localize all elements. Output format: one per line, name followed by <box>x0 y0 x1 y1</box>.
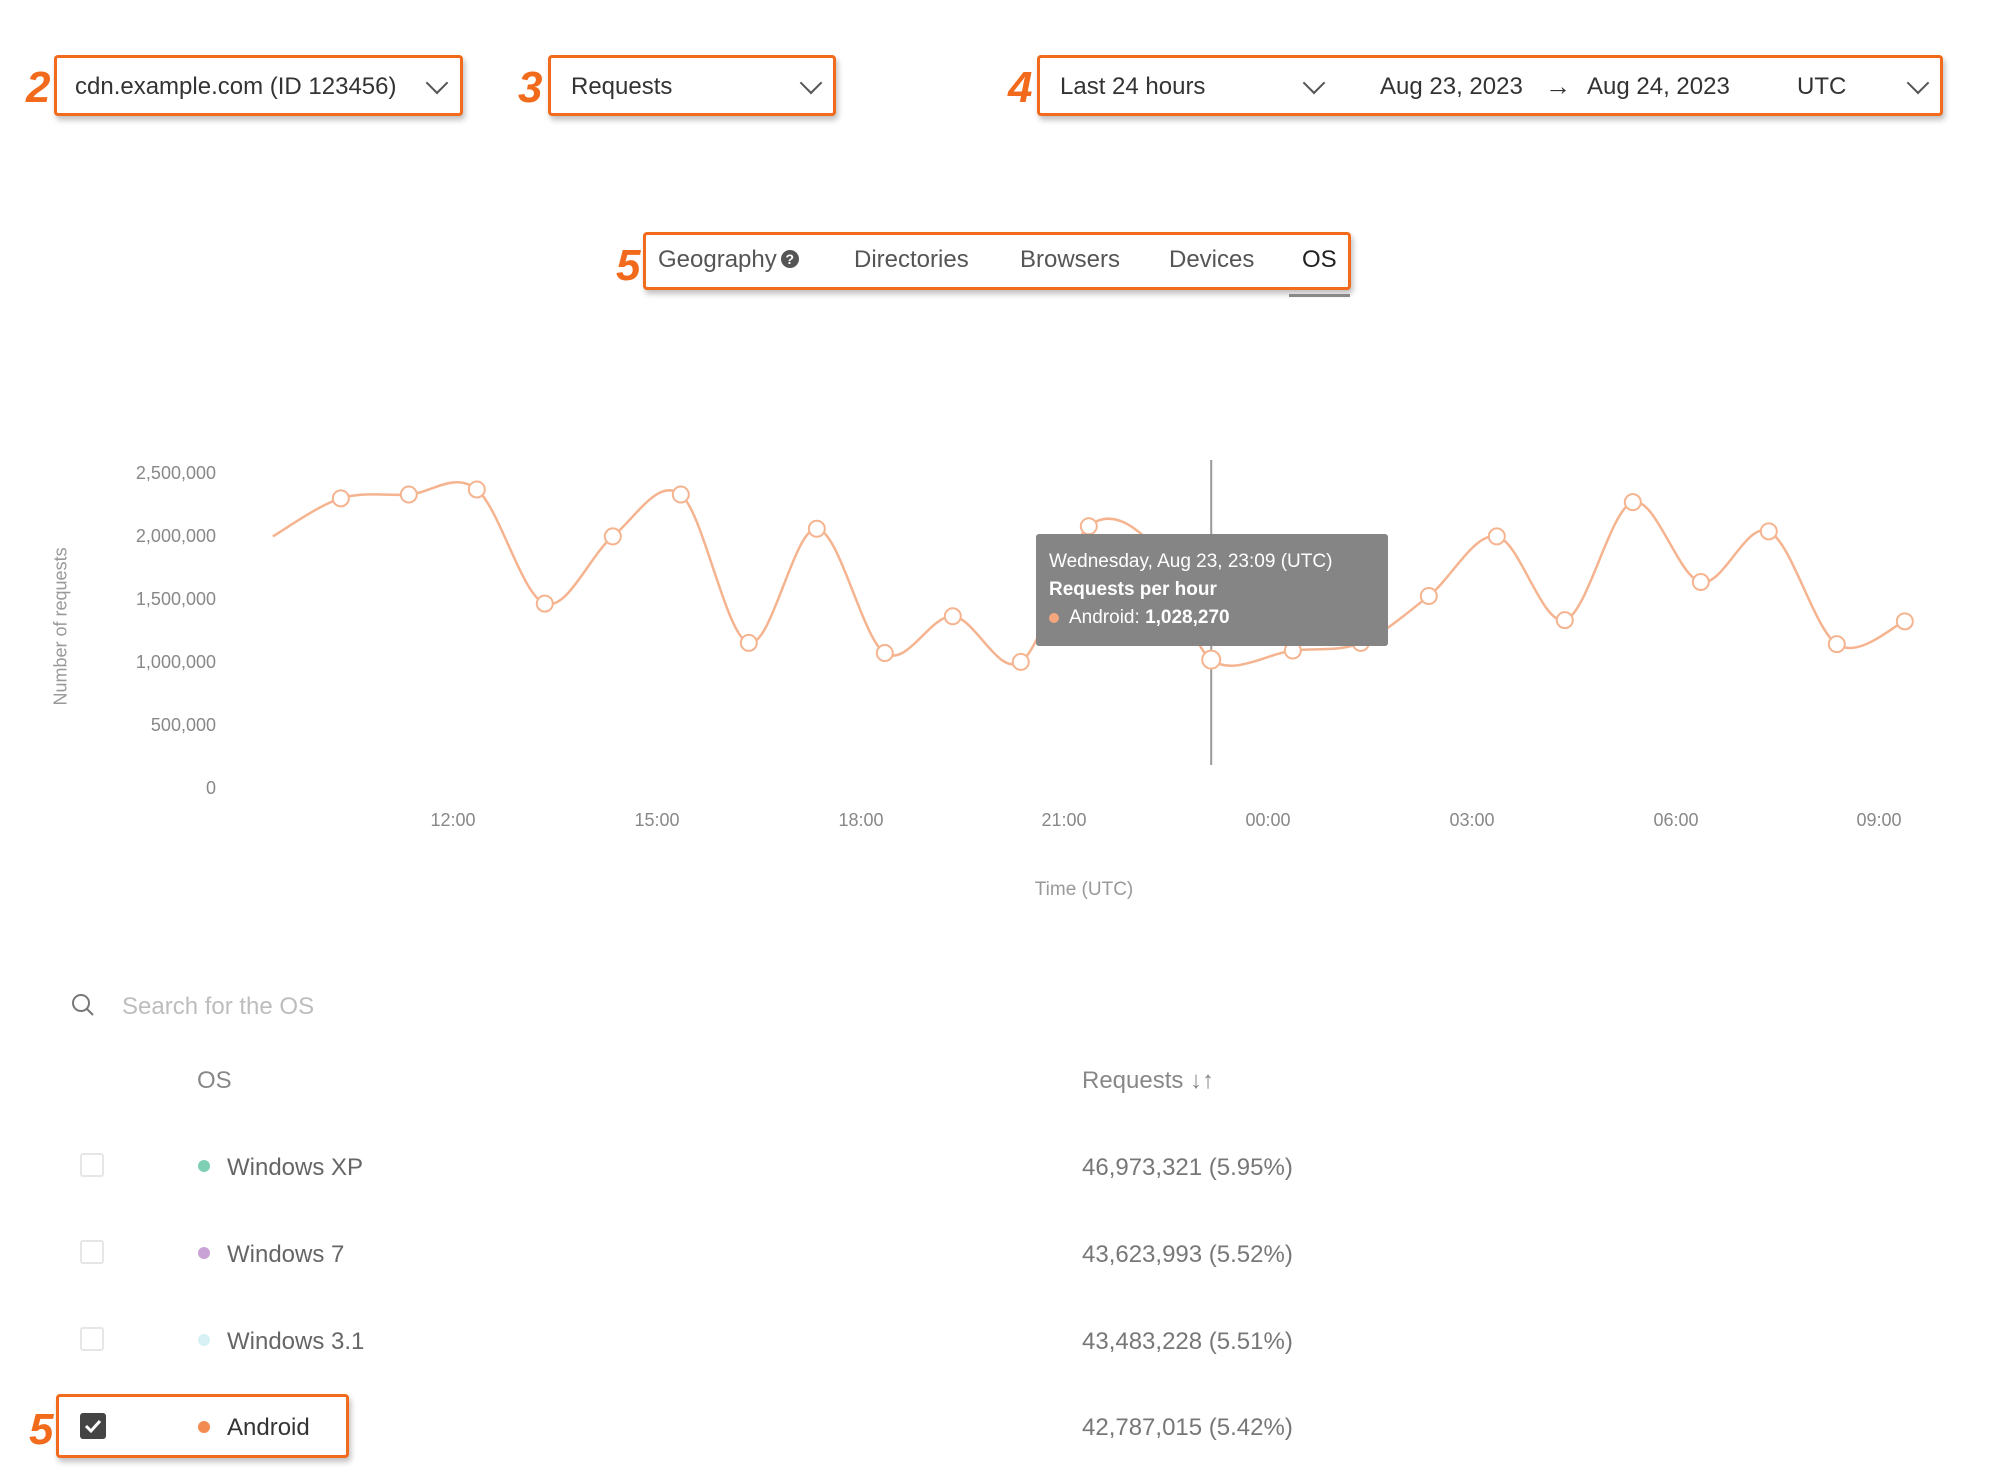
search-input[interactable] <box>120 988 724 1026</box>
data-point[interactable] <box>1759 522 1778 541</box>
x-tick: 15:00 <box>634 810 680 830</box>
check-icon <box>84 1419 102 1434</box>
row-requests-value: 46,973,321 (5.95%) <box>1082 1154 1293 1181</box>
data-point[interactable] <box>739 633 758 652</box>
data-point[interactable] <box>943 607 962 626</box>
data-point[interactable] <box>1691 573 1710 592</box>
row-checkbox-checked[interactable] <box>80 1413 106 1439</box>
data-point[interactable] <box>1555 611 1574 630</box>
data-point[interactable] <box>1623 493 1642 512</box>
table-row[interactable]: Windows 7 43,623,993 (5.52%) <box>0 1235 1999 1275</box>
x-tick: 06:00 <box>1653 810 1699 830</box>
tooltip-metric: Requests per hour <box>1049 579 1217 600</box>
series-color-dot <box>198 1160 210 1172</box>
data-point[interactable] <box>1487 527 1506 546</box>
row-checkbox[interactable] <box>80 1153 104 1177</box>
series-color-dot <box>198 1421 210 1433</box>
row-os-name: Windows XP <box>227 1154 364 1181</box>
x-tick: 00:00 <box>1245 810 1291 830</box>
data-point[interactable] <box>1011 652 1030 671</box>
table-row[interactable]: Android 42,787,015 (5.42%) <box>0 1408 1999 1448</box>
tooltip-series-row: Android: 1,028,270 <box>1049 604 1375 632</box>
x-tick: 18:00 <box>838 810 884 830</box>
x-tick: 12:00 <box>430 810 476 830</box>
search-icon <box>72 994 94 1016</box>
chart-tooltip: Wednesday, Aug 23, 23:09 (UTC) Requests … <box>1036 534 1388 646</box>
requests-line-chart[interactable] <box>0 0 1999 900</box>
x-axis-label: Time (UTC) <box>1034 879 1134 900</box>
series-color-dot <box>198 1334 210 1346</box>
row-os-name: Windows 3.1 <box>227 1328 365 1355</box>
row-requests-value: 43,623,993 (5.52%) <box>1082 1241 1293 1268</box>
data-point[interactable] <box>671 485 690 504</box>
table-row[interactable]: Windows 3.1 43,483,228 (5.51%) <box>0 1322 1999 1362</box>
column-header-os[interactable]: OS <box>197 1067 232 1095</box>
data-point[interactable] <box>1201 649 1222 670</box>
row-os-name: Windows 7 <box>227 1241 345 1268</box>
row-checkbox[interactable] <box>80 1240 104 1264</box>
series-color-dot <box>198 1247 210 1259</box>
row-requests-value: 43,483,228 (5.51%) <box>1082 1328 1293 1355</box>
table-row[interactable]: Windows XP 46,973,321 (5.95%) <box>0 1148 1999 1188</box>
x-tick: 09:00 <box>1856 810 1902 830</box>
x-tick: 03:00 <box>1449 810 1495 830</box>
data-point[interactable] <box>331 489 350 508</box>
tooltip-value: 1,028,270 <box>1145 607 1230 628</box>
data-point[interactable] <box>1895 612 1914 631</box>
column-header-requests[interactable]: Requests ↓↑ <box>1082 1067 1214 1095</box>
data-point[interactable] <box>807 519 826 538</box>
data-point[interactable] <box>467 480 486 499</box>
data-point[interactable] <box>1419 586 1438 605</box>
x-axis-ticks: 12:00 15:00 18:00 21:00 00:00 03:00 06:0… <box>0 810 1999 840</box>
row-requests-value: 42,787,015 (5.42%) <box>1082 1414 1293 1441</box>
data-point[interactable] <box>399 485 418 504</box>
data-point[interactable] <box>1827 635 1846 654</box>
data-point[interactable] <box>603 527 622 546</box>
series-color-dot <box>1049 612 1059 623</box>
tooltip-title: Wednesday, Aug 23, 23:09 (UTC) <box>1049 551 1333 572</box>
data-point[interactable] <box>1079 517 1098 536</box>
x-tick: 21:00 <box>1041 810 1087 830</box>
data-point[interactable] <box>875 644 894 663</box>
data-point[interactable] <box>535 594 554 613</box>
search-bar[interactable] <box>70 988 770 1028</box>
row-checkbox[interactable] <box>80 1327 104 1351</box>
row-os-name: Android <box>227 1414 310 1441</box>
tooltip-series-label: Android: <box>1069 607 1140 628</box>
